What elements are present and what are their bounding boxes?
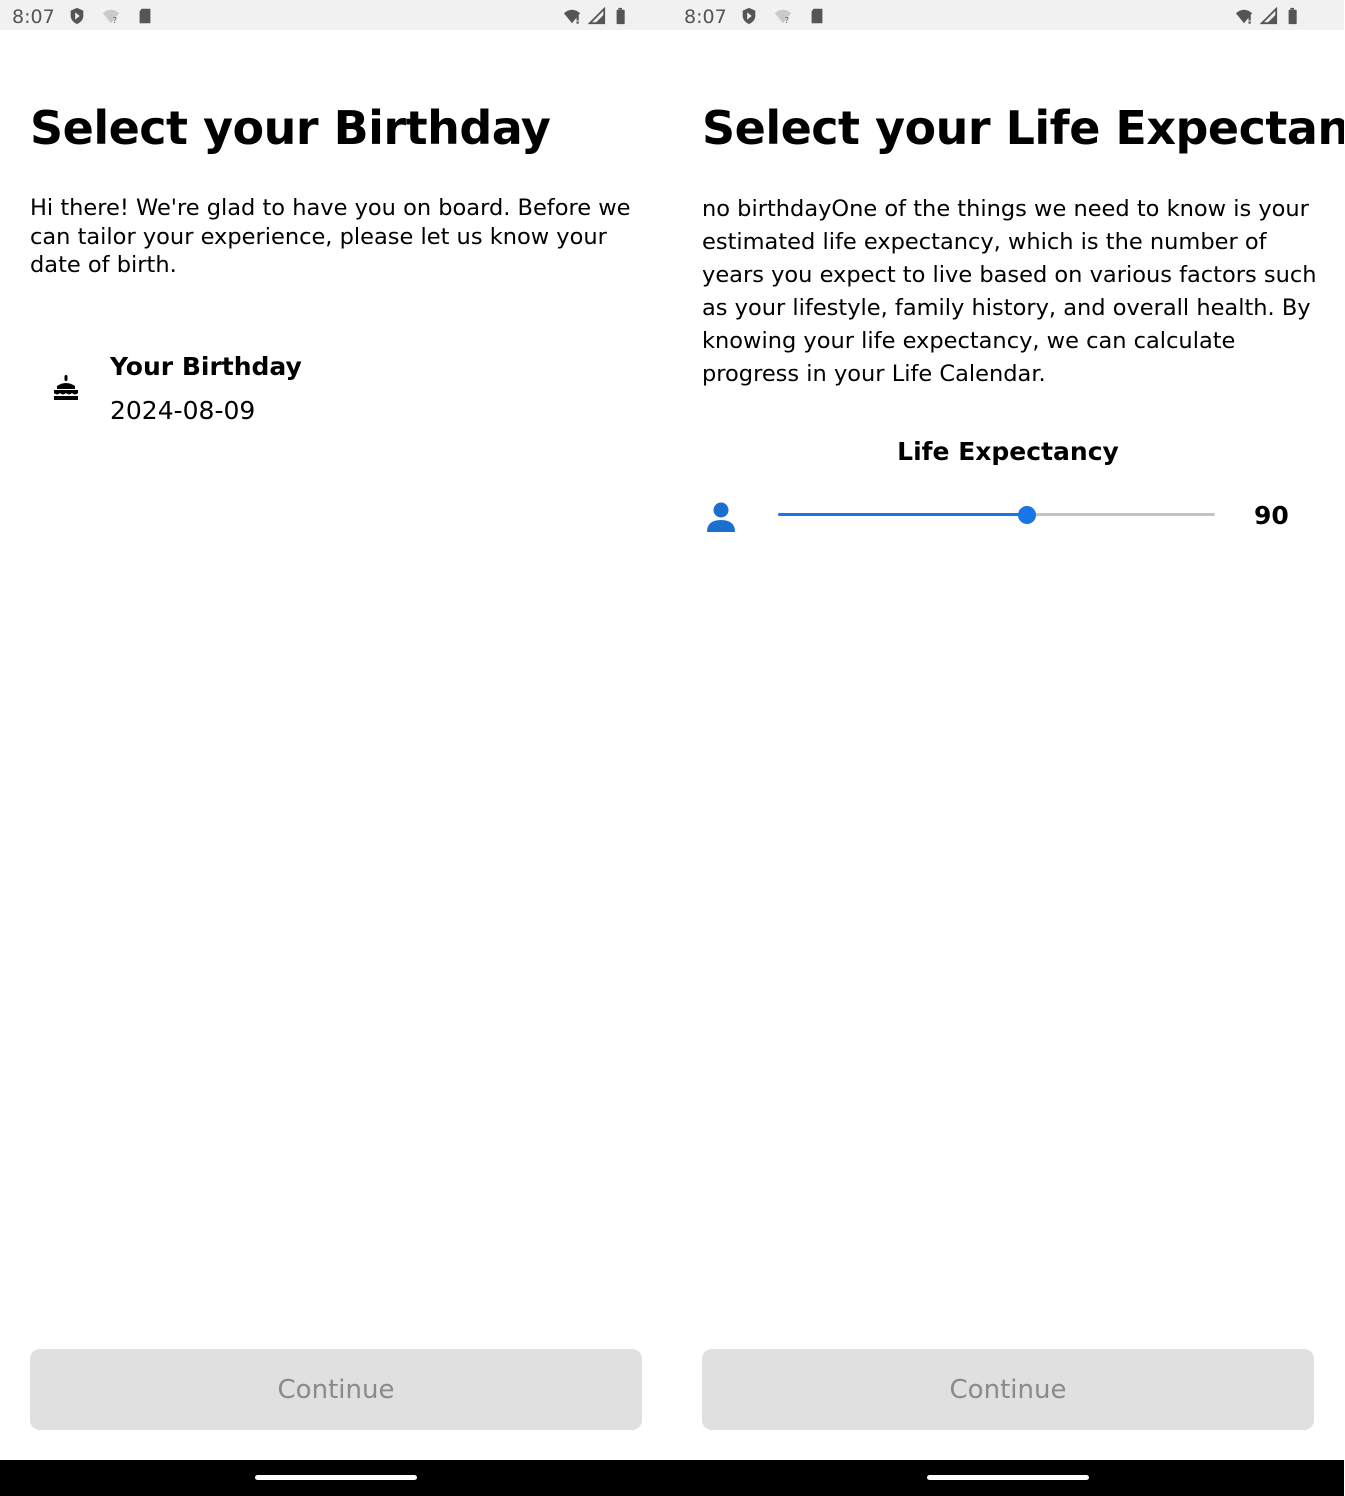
svg-text:?: ? bbox=[785, 15, 789, 25]
svg-text:?: ? bbox=[113, 15, 117, 25]
status-time: 8:07 bbox=[12, 6, 55, 28]
status-bar: 8:07 ? bbox=[672, 0, 1344, 30]
person-icon bbox=[707, 502, 735, 532]
home-gesture-handle[interactable] bbox=[255, 1475, 417, 1480]
page-title: Select your Birthday bbox=[30, 101, 551, 155]
sd-card-icon bbox=[811, 8, 823, 24]
continue-button[interactable]: Continue bbox=[702, 1349, 1314, 1430]
battery-icon bbox=[1288, 7, 1297, 25]
status-bar: 8:07 ? bbox=[0, 0, 672, 30]
wifi-alert-icon bbox=[1235, 9, 1253, 24]
navigation-bar bbox=[672, 1460, 1344, 1496]
birthday-picker[interactable]: Your Birthday 2024-08-09 bbox=[30, 348, 630, 438]
sd-card-icon bbox=[139, 8, 151, 24]
home-gesture-handle[interactable] bbox=[927, 1475, 1089, 1480]
cake-icon bbox=[54, 375, 78, 400]
battery-icon bbox=[616, 7, 625, 25]
intro-text: no birthdayOne of the things we need to … bbox=[702, 196, 1317, 387]
life-expectancy-slider[interactable] bbox=[778, 504, 1215, 526]
life-expectancy-label: Life Expectancy bbox=[897, 437, 1119, 466]
slider-thumb[interactable] bbox=[1018, 506, 1037, 524]
continue-button[interactable]: Continue bbox=[30, 1349, 642, 1430]
cellular-signal-icon bbox=[1259, 7, 1278, 25]
shield-icon bbox=[742, 7, 756, 25]
wifi-alert-icon bbox=[563, 9, 581, 24]
shield-icon bbox=[70, 7, 84, 25]
life-expectancy-screen: 8:07 ? Select your Life Expectancy no bi… bbox=[672, 0, 1344, 1496]
page-title: Select your Life Expectancy bbox=[702, 101, 1344, 155]
cellular-signal-icon bbox=[587, 7, 606, 25]
wifi-question-icon: ? bbox=[102, 9, 120, 25]
wifi-question-icon: ? bbox=[774, 9, 792, 25]
slider-fill bbox=[778, 513, 1028, 516]
life-expectancy-value: 90 bbox=[1254, 501, 1289, 530]
birthday-screen: 8:07 ? Select your Birthday Hi there! We… bbox=[0, 0, 672, 1496]
birthday-value: 2024-08-09 bbox=[110, 396, 256, 425]
birthday-label: Your Birthday bbox=[110, 352, 302, 381]
intro-text: Hi there! We're glad to have you on boar… bbox=[30, 195, 631, 278]
navigation-bar bbox=[0, 1460, 672, 1496]
status-time: 8:07 bbox=[684, 6, 727, 28]
